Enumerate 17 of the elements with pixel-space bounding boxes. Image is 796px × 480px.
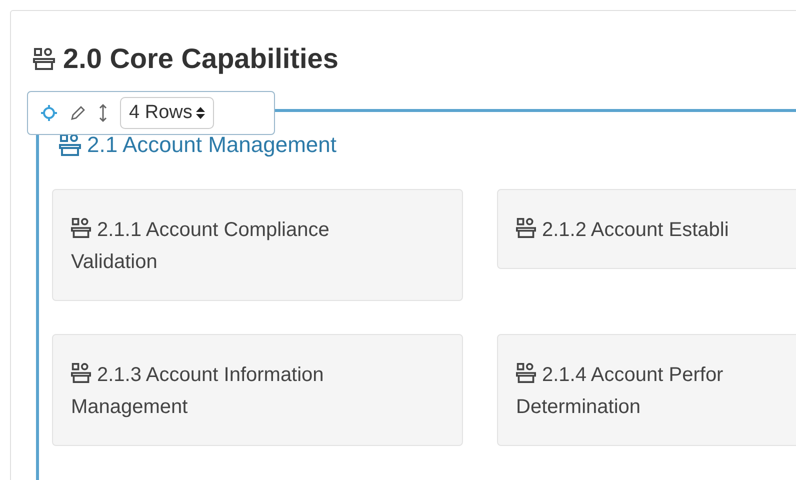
capability-icon (71, 362, 91, 384)
pencil-icon[interactable] (70, 105, 86, 121)
capability-icon (33, 47, 55, 71)
group-title: 2.1 Account Management (87, 131, 336, 159)
capability-icon (59, 132, 81, 156)
capability-icon (516, 217, 536, 239)
sort-caret-icon (196, 106, 206, 120)
capability-card[interactable]: 2.1.3 Account Information Management (52, 334, 463, 446)
capability-icon (71, 217, 91, 239)
capability-card[interactable]: 2.1.2 Account Establi (497, 189, 796, 269)
capability-card[interactable]: 2.1.1 Account Compliance Validation (52, 189, 463, 301)
resize-vertical-icon[interactable] (98, 103, 108, 123)
section-title: 2.0 Core Capabilities (63, 42, 338, 76)
crosshair-icon[interactable] (40, 104, 58, 122)
capability-card[interactable]: 2.1.4 Account Perfor Determination (497, 334, 796, 446)
rows-select[interactable]: 4 Rows (120, 97, 214, 129)
capability-icon (516, 362, 536, 384)
